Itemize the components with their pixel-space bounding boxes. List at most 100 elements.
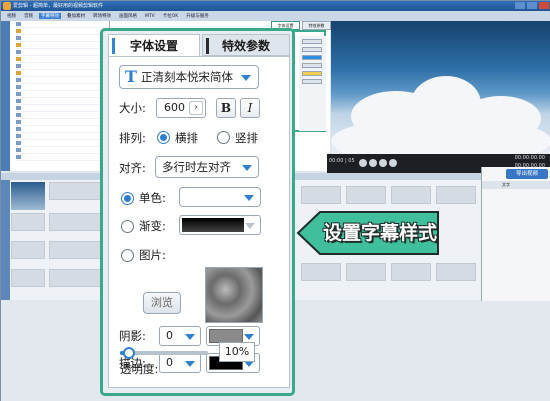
tab-effect-params[interactable]: 特效参数	[202, 34, 290, 56]
clip-thumbnail[interactable]	[11, 182, 45, 210]
chevron-right-icon[interactable]: ›	[189, 101, 203, 115]
radio-image[interactable]	[121, 249, 134, 262]
list-item[interactable]	[16, 147, 109, 154]
next-icon[interactable]	[389, 159, 397, 167]
left-vertical-tabs[interactable]	[1, 21, 10, 171]
subtitle-style-panel: 字体设置 特效参数 T 正清刻本悦宋简体 大小: 600 › B I 排列: 横…	[100, 28, 295, 396]
list-item[interactable]	[16, 105, 109, 112]
mini-field	[302, 63, 322, 68]
font-size-input[interactable]: 600 ›	[156, 98, 206, 118]
opacity-value-field[interactable]: 10%	[219, 342, 255, 362]
list-item[interactable]	[16, 140, 109, 147]
solid-color-select[interactable]	[179, 187, 261, 207]
opacity-slider-thumb[interactable]	[122, 347, 135, 359]
radio-vertical[interactable]	[217, 131, 230, 144]
menu-item[interactable]: 卡拉OK	[161, 13, 181, 19]
prev-icon[interactable]	[359, 159, 367, 167]
opacity-slider[interactable]	[120, 347, 208, 359]
size-label: 大小:	[119, 101, 146, 115]
panel-body: T 正清刻本悦宋简体 大小: 600 › B I 排列: 横排 竖排 对齐: 多…	[108, 56, 290, 388]
tab-font-settings[interactable]: 字体设置	[108, 34, 200, 56]
radio-horizontal[interactable]	[157, 131, 170, 144]
panel-tabs: 字体设置 特效参数	[108, 34, 290, 56]
timeline-cell[interactable]	[49, 182, 101, 200]
list-item[interactable]	[16, 28, 109, 35]
timeline-cell[interactable]	[11, 269, 45, 287]
timeline-cell[interactable]	[436, 186, 476, 204]
timeline-cell[interactable]	[301, 186, 341, 204]
list-item[interactable]	[16, 119, 109, 126]
list-item[interactable]	[16, 154, 109, 161]
bold-button[interactable]: B	[216, 98, 236, 118]
mini-field	[302, 47, 322, 52]
timeline-cell[interactable]	[346, 263, 386, 281]
menu-item-active[interactable]: 字幕特效	[39, 13, 61, 19]
solid-color-label[interactable]: 单色:	[139, 190, 166, 206]
stroke-size-value: 0	[166, 356, 173, 369]
font-size-value: 600	[164, 101, 185, 114]
list-item[interactable]	[16, 98, 109, 105]
menu-item[interactable]: 转场特效	[91, 13, 113, 19]
menu-item[interactable]: 视频	[5, 13, 18, 19]
list-item[interactable]	[16, 70, 109, 77]
list-item[interactable]	[16, 49, 109, 56]
gradient-label[interactable]: 渐变:	[139, 218, 166, 234]
list-item[interactable]	[16, 133, 109, 140]
italic-button[interactable]: I	[240, 98, 260, 118]
shadow-size-value: 0	[166, 329, 173, 342]
list-item[interactable]	[16, 126, 109, 133]
window-controls	[515, 2, 549, 9]
menu-item[interactable]: 音频	[22, 13, 35, 19]
list-item[interactable]	[16, 112, 109, 119]
timeline-cell[interactable]	[49, 241, 101, 259]
menu-item[interactable]: 叠加素材	[65, 13, 87, 19]
stop-icon[interactable]	[379, 159, 387, 167]
browse-button[interactable]: 浏览	[143, 292, 181, 314]
chevron-down-icon	[185, 361, 195, 367]
maximize-icon[interactable]	[527, 2, 537, 9]
timeline-cell[interactable]	[49, 269, 101, 287]
list-item[interactable]	[16, 63, 109, 70]
radio-gradient[interactable]	[121, 220, 134, 233]
list-item[interactable]	[16, 21, 109, 28]
timeline-cell[interactable]	[436, 263, 476, 281]
chevron-down-icon	[241, 75, 251, 81]
align-label: 对齐:	[119, 161, 146, 175]
list-item[interactable]	[16, 35, 109, 42]
timeline-cell[interactable]	[346, 186, 386, 204]
minimize-icon[interactable]	[515, 2, 525, 9]
arrange-vertical-label[interactable]: 竖排	[235, 130, 258, 146]
list-item[interactable]	[16, 77, 109, 84]
timeline-cell[interactable]	[11, 213, 45, 231]
font-icon: T	[125, 67, 137, 86]
close-icon[interactable]	[539, 2, 549, 9]
timeline-cell[interactable]	[391, 186, 431, 204]
mini-field	[302, 71, 322, 76]
shadow-size-select[interactable]: 0	[159, 326, 201, 346]
list-item[interactable]	[16, 84, 109, 91]
menu-item[interactable]: 画面风格	[117, 13, 139, 19]
arrange-horizontal-label[interactable]: 横排	[175, 130, 198, 146]
radio-solid-color[interactable]	[121, 192, 134, 205]
list-item[interactable]	[16, 42, 109, 49]
export-video-button[interactable]: 导出视频	[506, 169, 548, 179]
align-select[interactable]: 多行时左对齐	[155, 156, 259, 178]
preview-tab-effect[interactable]: 特效参数	[302, 21, 331, 30]
menu-item[interactable]: 升级与服务	[184, 13, 211, 19]
timeline-cell[interactable]	[301, 263, 341, 281]
stroke-size-select[interactable]: 0	[159, 353, 201, 373]
list-item[interactable]	[16, 56, 109, 63]
font-family-select[interactable]: T 正清刻本悦宋简体	[119, 65, 259, 89]
play-icon[interactable]	[369, 159, 377, 167]
timeline-cell[interactable]	[11, 241, 45, 259]
menu-item[interactable]: MTV	[143, 14, 157, 19]
font-family-value: 正清刻本悦宋简体	[141, 70, 233, 84]
mini-field	[302, 39, 322, 44]
timeline-cell[interactable]	[391, 263, 431, 281]
image-label[interactable]: 图片:	[139, 247, 166, 263]
image-texture-preview	[205, 267, 263, 323]
list-item[interactable]	[16, 91, 109, 98]
gradient-select[interactable]	[179, 215, 261, 235]
gradient-swatch	[182, 218, 244, 232]
timeline-cell[interactable]	[49, 213, 101, 231]
